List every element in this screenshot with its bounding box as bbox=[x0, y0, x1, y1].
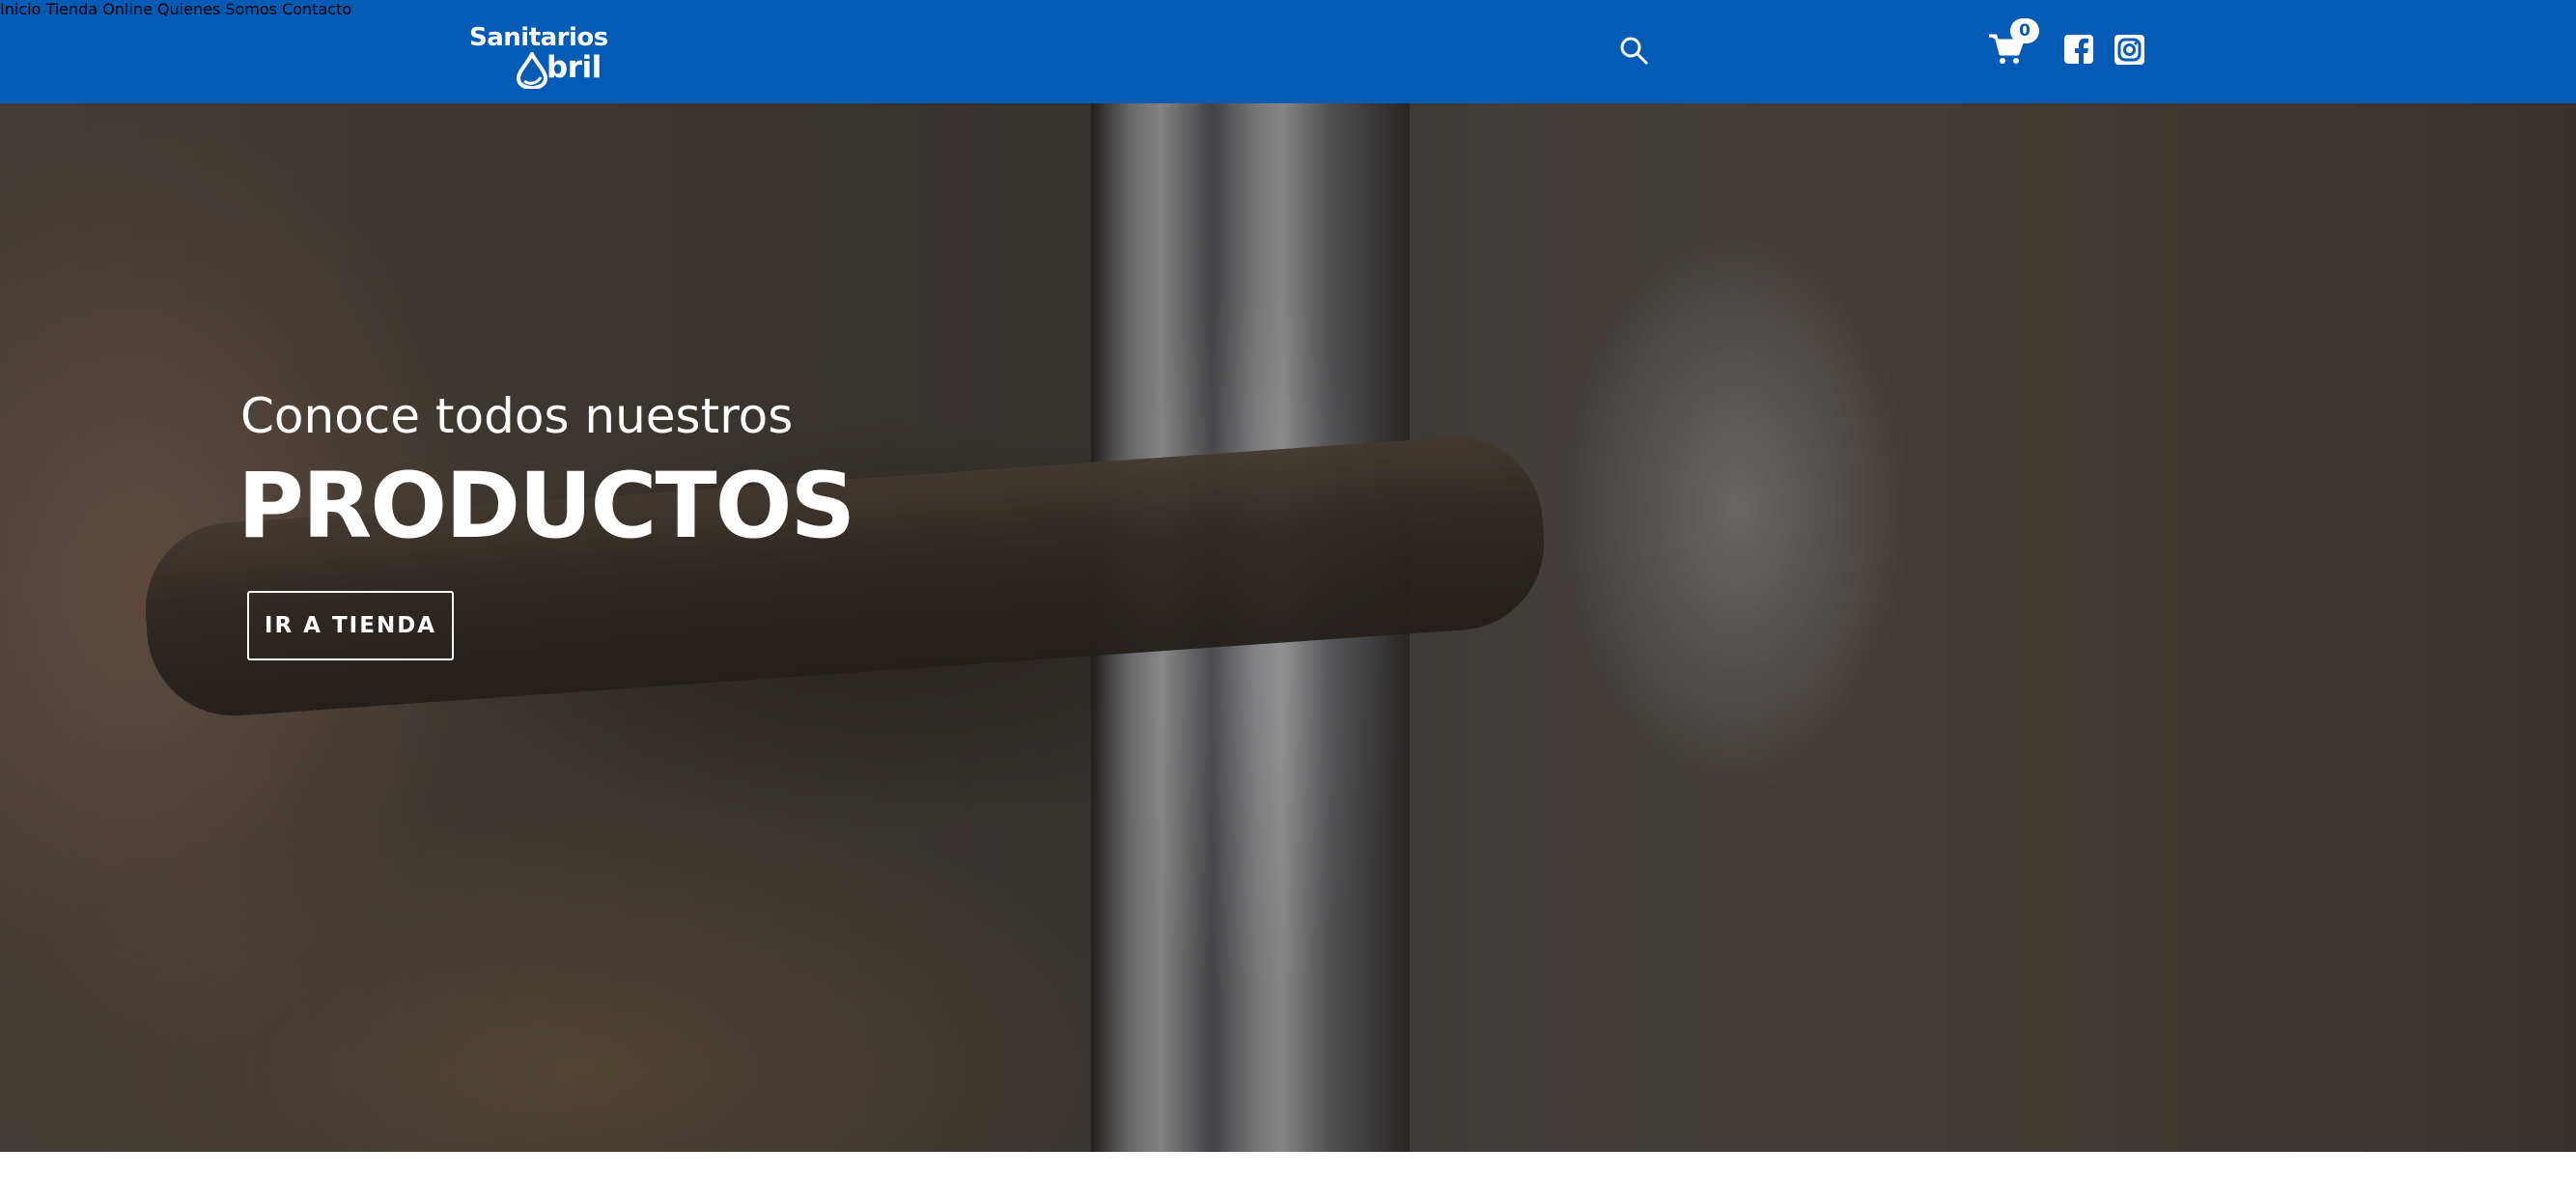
cart-count-badge: 0 bbox=[2010, 18, 2039, 43]
search-icon[interactable] bbox=[1618, 35, 1649, 66]
hero-subtitle: Conoce todos nuestros bbox=[240, 388, 794, 444]
logo-text-top: Sanitarios bbox=[469, 23, 608, 52]
water-drop-icon bbox=[516, 52, 548, 89]
nav-inicio[interactable]: Inicio bbox=[0, 0, 41, 18]
go-to-store-button[interactable]: IR A TIENDA bbox=[247, 591, 454, 660]
facebook-icon[interactable] bbox=[2064, 35, 2093, 64]
site-logo[interactable]: Sanitarios bril bbox=[463, 19, 618, 91]
main-nav: Inicio Tienda Online Quienes Somos Conta… bbox=[0, 0, 2576, 18]
site-header: Sanitarios bril Inicio Tienda Online Qui… bbox=[0, 0, 2576, 103]
instagram-icon[interactable] bbox=[2114, 35, 2144, 65]
logo-text-bottom: bril bbox=[546, 50, 602, 85]
nav-tienda-online[interactable]: Tienda Online bbox=[45, 0, 152, 18]
nav-contacto[interactable]: Contacto bbox=[282, 0, 351, 18]
nav-quienes-somos[interactable]: Quienes Somos bbox=[157, 0, 277, 18]
hero-title: PRODUCTOS bbox=[238, 454, 855, 559]
